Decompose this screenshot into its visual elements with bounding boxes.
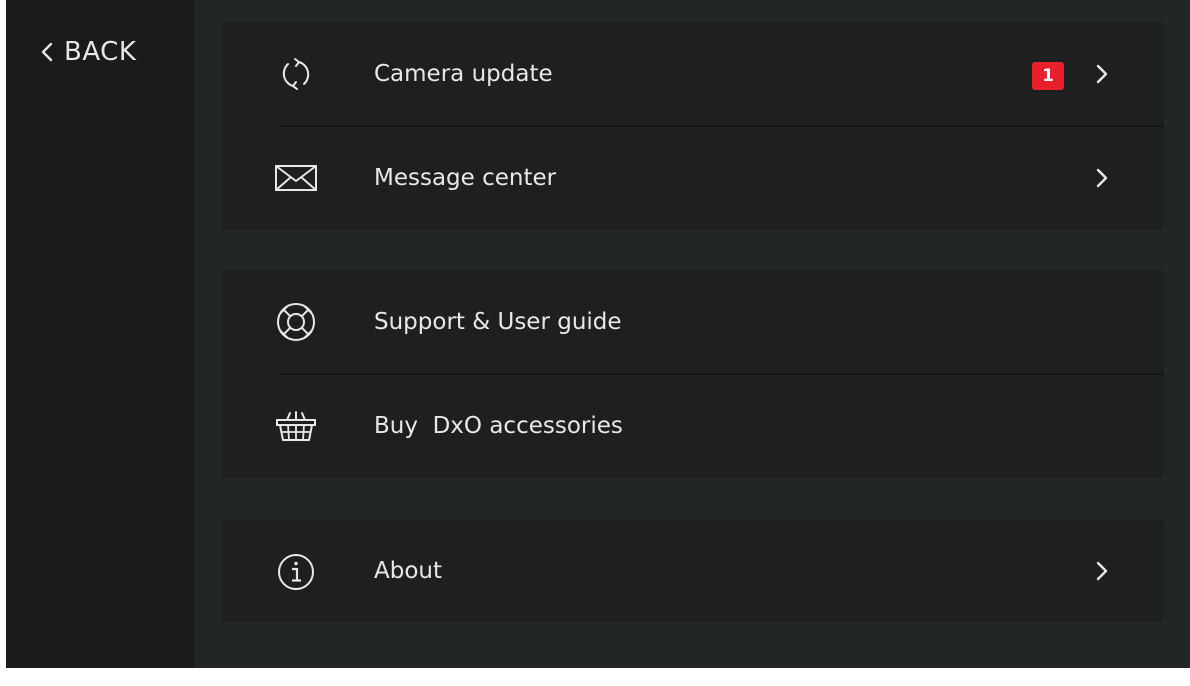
chevron-right-icon bbox=[1096, 561, 1108, 581]
app-screen: BACK Camera update 1 Message center Supp… bbox=[6, 0, 1190, 668]
menu-item-label: Camera update bbox=[374, 61, 553, 87]
sidebar: BACK bbox=[6, 0, 194, 668]
menu-group-about: About bbox=[222, 520, 1164, 622]
menu-item-about[interactable]: About bbox=[222, 520, 1164, 622]
back-button[interactable]: BACK bbox=[40, 34, 136, 70]
chevron-left-icon bbox=[41, 42, 53, 62]
menu-item-support-user-guide[interactable]: Support & User guide bbox=[222, 270, 1164, 375]
chevron-right-icon bbox=[1096, 168, 1108, 188]
menu-group-updates: Camera update 1 Message center bbox=[222, 22, 1164, 230]
menu-item-label: Buy DxO accessories bbox=[374, 413, 623, 439]
menu-group-support: Support & User guide Buy DxO accessories bbox=[222, 270, 1164, 478]
chevron-right-icon bbox=[1096, 64, 1108, 84]
menu-item-label: About bbox=[374, 558, 443, 584]
settings-content: Camera update 1 Message center Support &… bbox=[194, 0, 1190, 668]
menu-item-buy-accessories[interactable]: Buy DxO accessories bbox=[222, 374, 1164, 478]
menu-item-label: Support & User guide bbox=[374, 309, 622, 335]
basket-icon bbox=[274, 404, 318, 448]
envelope-icon bbox=[274, 156, 318, 200]
lifebuoy-icon bbox=[274, 300, 318, 344]
menu-item-message-center[interactable]: Message center bbox=[222, 126, 1164, 230]
info-icon bbox=[274, 550, 318, 594]
refresh-icon bbox=[274, 52, 318, 96]
back-label: BACK bbox=[64, 37, 137, 67]
notification-badge: 1 bbox=[1032, 62, 1064, 90]
menu-item-camera-update[interactable]: Camera update 1 bbox=[222, 22, 1164, 127]
menu-item-label: Message center bbox=[374, 165, 557, 191]
